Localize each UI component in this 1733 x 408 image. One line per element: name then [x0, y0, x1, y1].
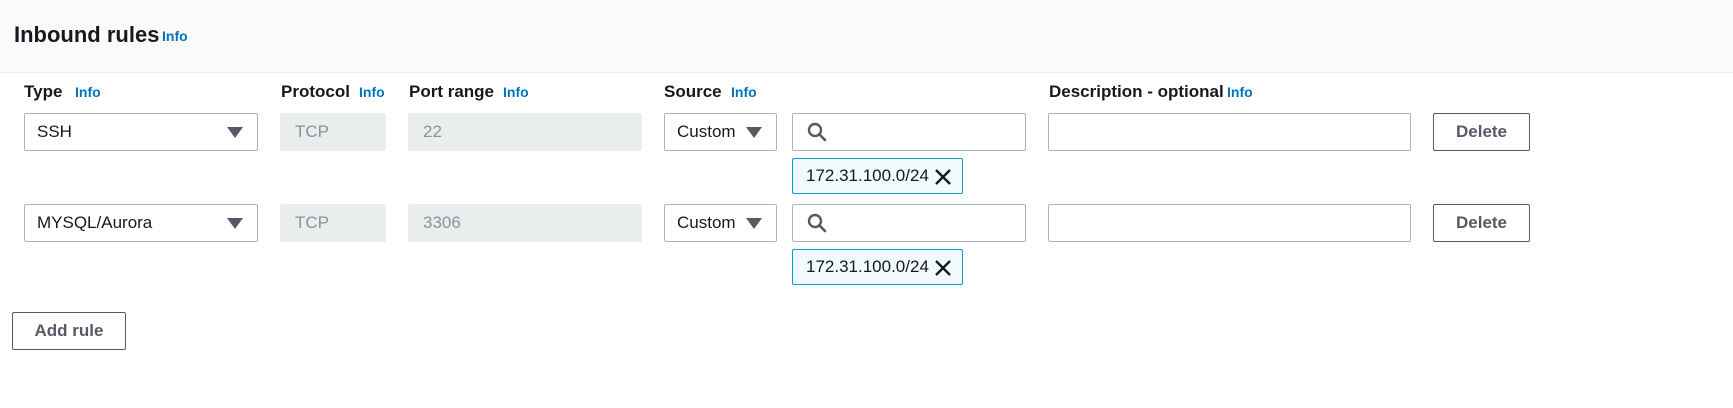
description-column-label: Description - optional	[1049, 82, 1224, 101]
add-rule-button[interactable]: Add rule	[12, 312, 126, 350]
port-range-column-label: Port range	[409, 82, 495, 101]
type-column-label: Type	[24, 82, 63, 101]
source-cidr-token: 172.31.100.0/24	[792, 158, 963, 194]
protocol-info-link[interactable]: Info	[359, 84, 385, 100]
source-type-select[interactable]: Custom	[664, 204, 777, 242]
port-range-field: 3306	[408, 204, 642, 242]
description-input[interactable]	[1048, 113, 1411, 151]
type-select[interactable]: SSH	[24, 113, 258, 151]
description-input[interactable]	[1048, 204, 1411, 242]
caret-down-icon	[746, 218, 762, 229]
protocol-field: TCP	[280, 204, 386, 242]
port-range-info-link[interactable]: Info	[503, 84, 529, 100]
type-info-link[interactable]: Info	[75, 84, 101, 100]
close-icon[interactable]	[934, 168, 952, 191]
source-column-label: Source	[664, 82, 722, 101]
caret-down-icon	[746, 127, 762, 138]
caret-down-icon	[227, 127, 243, 138]
type-select-value: MYSQL/Aurora	[37, 213, 153, 232]
section-header: Inbound rules Info	[0, 0, 1733, 73]
source-search-input[interactable]	[792, 204, 1026, 242]
source-type-value: Custom	[677, 213, 736, 232]
source-cidr-token: 172.31.100.0/24	[792, 249, 963, 285]
source-info-link[interactable]: Info	[731, 84, 757, 100]
protocol-field: TCP	[280, 113, 386, 151]
protocol-value: TCP	[295, 122, 329, 141]
search-icon	[807, 122, 827, 142]
delete-button[interactable]: Delete	[1433, 113, 1530, 151]
delete-button[interactable]: Delete	[1433, 204, 1530, 242]
source-type-value: Custom	[677, 122, 736, 141]
section-info-link[interactable]: Info	[162, 28, 188, 44]
port-range-field: 22	[408, 113, 642, 151]
protocol-column-label: Protocol	[281, 82, 350, 101]
port-range-value: 22	[423, 122, 442, 141]
search-icon	[807, 213, 827, 233]
protocol-value: TCP	[295, 213, 329, 232]
source-cidr-value: 172.31.100.0/24	[806, 166, 929, 185]
source-type-select[interactable]: Custom	[664, 113, 777, 151]
section-title: Inbound rules	[14, 22, 160, 47]
source-search-input[interactable]	[792, 113, 1026, 151]
caret-down-icon	[227, 218, 243, 229]
close-icon[interactable]	[934, 259, 952, 282]
type-select[interactable]: MYSQL/Aurora	[24, 204, 258, 242]
port-range-value: 3306	[423, 213, 461, 232]
type-select-value: SSH	[37, 122, 72, 141]
source-cidr-value: 172.31.100.0/24	[806, 257, 929, 276]
description-info-link[interactable]: Info	[1227, 84, 1253, 100]
